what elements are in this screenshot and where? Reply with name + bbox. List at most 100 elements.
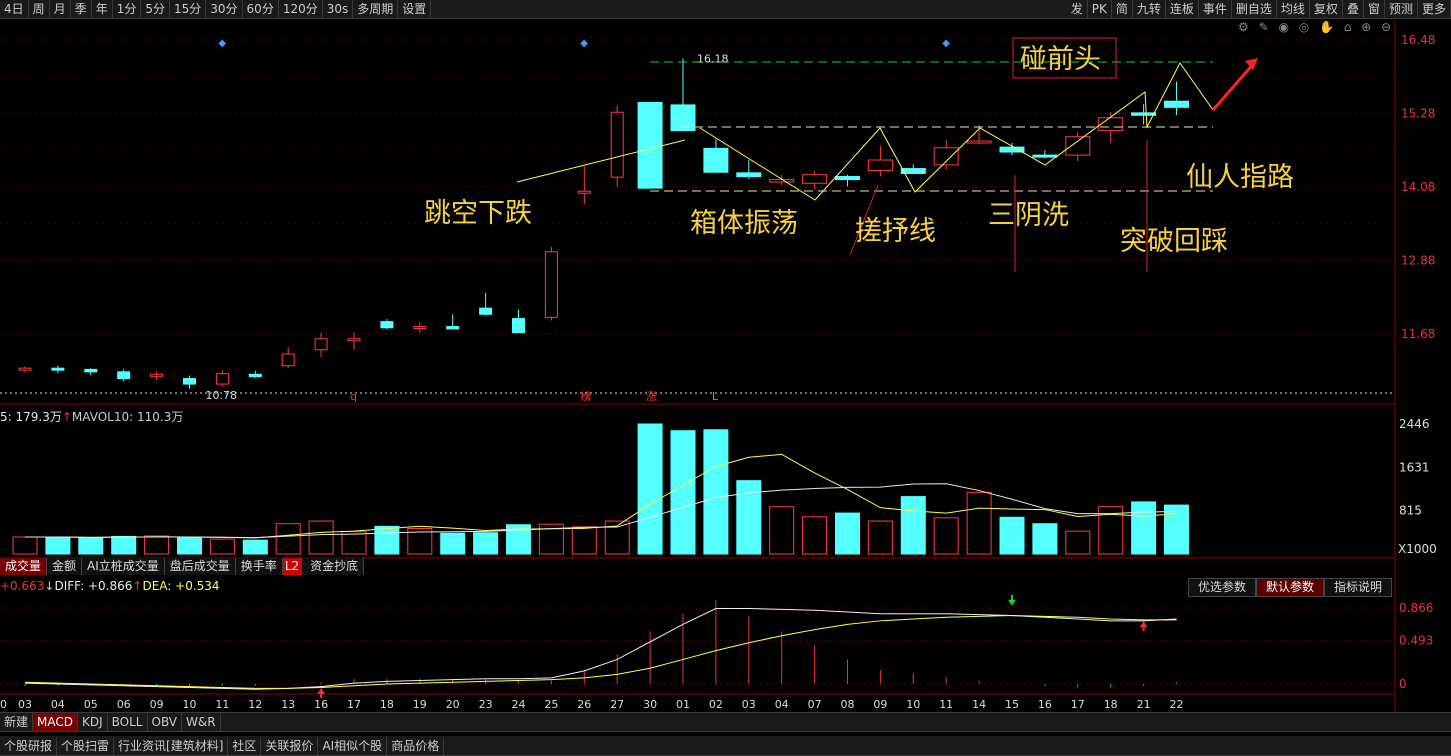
x-axis-label: 11: [939, 698, 953, 711]
macd-tick: 0: [1399, 677, 1407, 691]
indicator-tab[interactable]: BOLL: [108, 713, 148, 731]
x-axis-label: 16: [314, 698, 328, 711]
candle-body: [769, 179, 795, 183]
x-axis-label: 15: [1005, 698, 1019, 711]
event-diamond-icon: ◆: [942, 38, 950, 49]
parameter-tab[interactable]: 优选参数: [1188, 578, 1257, 597]
x-axis-label: 05: [84, 698, 98, 711]
volume-bar: [341, 531, 367, 555]
volume-bar: [111, 535, 137, 555]
candle-body: [84, 368, 98, 373]
candle-body: [544, 251, 558, 318]
bottom-tab[interactable]: 社区: [228, 736, 262, 755]
volume-bar: [1032, 523, 1058, 555]
candle-body: [736, 172, 762, 178]
candle-body: [347, 338, 361, 342]
volume-bar: [571, 526, 597, 555]
x-axis-label: 13: [281, 698, 295, 711]
x-axis-label: 17: [347, 698, 361, 711]
x-axis-label: 16: [1038, 698, 1052, 711]
volume-unit: X1000: [1398, 542, 1437, 556]
volume-bar: [177, 537, 202, 555]
annotation-label: 三阴洗: [988, 200, 1069, 231]
candle-body: [1032, 154, 1058, 158]
bottom-tab[interactable]: 行业资讯[建筑材料]: [114, 736, 229, 755]
x-axis-label: 04: [51, 698, 65, 711]
x-axis-label: 18: [380, 698, 394, 711]
bottom-tab[interactable]: 商品价格: [387, 736, 445, 755]
x-axis-label: 03: [742, 698, 756, 711]
volume-tab[interactable]: 资金抄底: [305, 558, 365, 575]
parameter-tab[interactable]: 默认参数: [1256, 578, 1325, 597]
x-axis-label: 26: [577, 698, 591, 711]
candle-body: [314, 338, 328, 351]
x-axis-label: 24: [512, 698, 526, 711]
candle-body: [215, 373, 229, 385]
parameter-tabs: 优选参数 默认参数 指标说明: [1188, 578, 1393, 597]
indicator-tab[interactable]: 新建: [0, 713, 34, 731]
x-axis-label: 12: [248, 698, 262, 711]
candle-body: [835, 176, 860, 181]
x-axis-label: 25: [544, 698, 558, 711]
signal-marker: q: [350, 390, 357, 403]
indicator-tab[interactable]: MACD: [33, 713, 78, 731]
candle-body: [183, 378, 196, 385]
parameter-tab[interactable]: 指标说明: [1324, 578, 1393, 597]
volume-tick: 815: [1399, 504, 1422, 518]
candle-body: [637, 101, 663, 189]
bottom-tab[interactable]: 个股研报: [0, 736, 58, 755]
volume-tab[interactable]: 金额: [47, 558, 83, 575]
price-tick: 11.68: [1401, 327, 1435, 341]
volume-bar: [374, 525, 400, 555]
macd-sell-arrow-icon: [1008, 594, 1016, 606]
x-axis-label: 11: [215, 698, 229, 711]
price-tick: 16.48: [1401, 33, 1435, 47]
indicator-tabs: 新建 MACD KDJ BOLL OBV W&R: [0, 712, 1451, 732]
x-axis-label: 01: [676, 698, 690, 711]
bottom-tab[interactable]: 关联报价: [261, 736, 319, 755]
volume-bar: [1164, 504, 1189, 555]
candle-body: [933, 147, 959, 166]
l2-badge: L2: [282, 558, 303, 575]
x-axis-label: 19: [413, 698, 427, 711]
candle-body: [479, 307, 493, 315]
volume-tab[interactable]: 盘后成交量: [165, 558, 236, 575]
candle-body: [1065, 136, 1091, 156]
volume-bar: [78, 537, 104, 555]
candle-body: [51, 367, 65, 371]
indicator-tab[interactable]: KDJ: [78, 713, 108, 731]
x-axis-label: 0: [0, 698, 7, 711]
bottom-info-tabs: 个股研报 个股扫雷 行业资讯[建筑材料] 社区 关联报价 AI相似个股 商品价格: [0, 736, 1451, 756]
volume-bar: [308, 520, 334, 555]
bottom-tab[interactable]: AI相似个股: [318, 736, 388, 755]
x-axis-label: 27: [610, 698, 624, 711]
volume-tab[interactable]: AI立桩成交量: [82, 558, 165, 575]
indicator-tab[interactable]: W&R: [182, 713, 221, 731]
indicator-tab[interactable]: OBV: [148, 713, 183, 731]
macd-tick: 0.493: [1399, 634, 1433, 648]
x-axis-label: 09: [873, 698, 887, 711]
volume-bar: [242, 539, 268, 555]
candle-body: [150, 373, 164, 377]
price-tick: 12.88: [1401, 253, 1435, 267]
candle-body: [281, 353, 295, 367]
x-axis-label: 09: [150, 698, 164, 711]
volume-bar: [867, 520, 893, 555]
price-tick: 14.08: [1401, 180, 1435, 194]
volume-tab[interactable]: 换手率: [236, 558, 283, 575]
x-axis-label: 07: [808, 698, 822, 711]
bottom-tab[interactable]: 个股扫雷: [57, 736, 115, 755]
volume-bar: [637, 423, 663, 555]
signal-marker: L: [712, 390, 719, 403]
annotation-label: 碰前头: [1020, 44, 1101, 75]
volume-bar: [802, 516, 828, 555]
x-axis-label: 23: [479, 698, 493, 711]
volume-tab[interactable]: 成交量: [0, 558, 48, 575]
volume-bar: [703, 429, 729, 555]
x-axis-label: 18: [1104, 698, 1118, 711]
x-axis-label: 14: [972, 698, 986, 711]
breakout-arrow-line: [1211, 61, 1257, 111]
high-price-label: 16.18: [697, 52, 729, 65]
dea-line: [24, 615, 1177, 689]
candle-body: [18, 367, 32, 371]
